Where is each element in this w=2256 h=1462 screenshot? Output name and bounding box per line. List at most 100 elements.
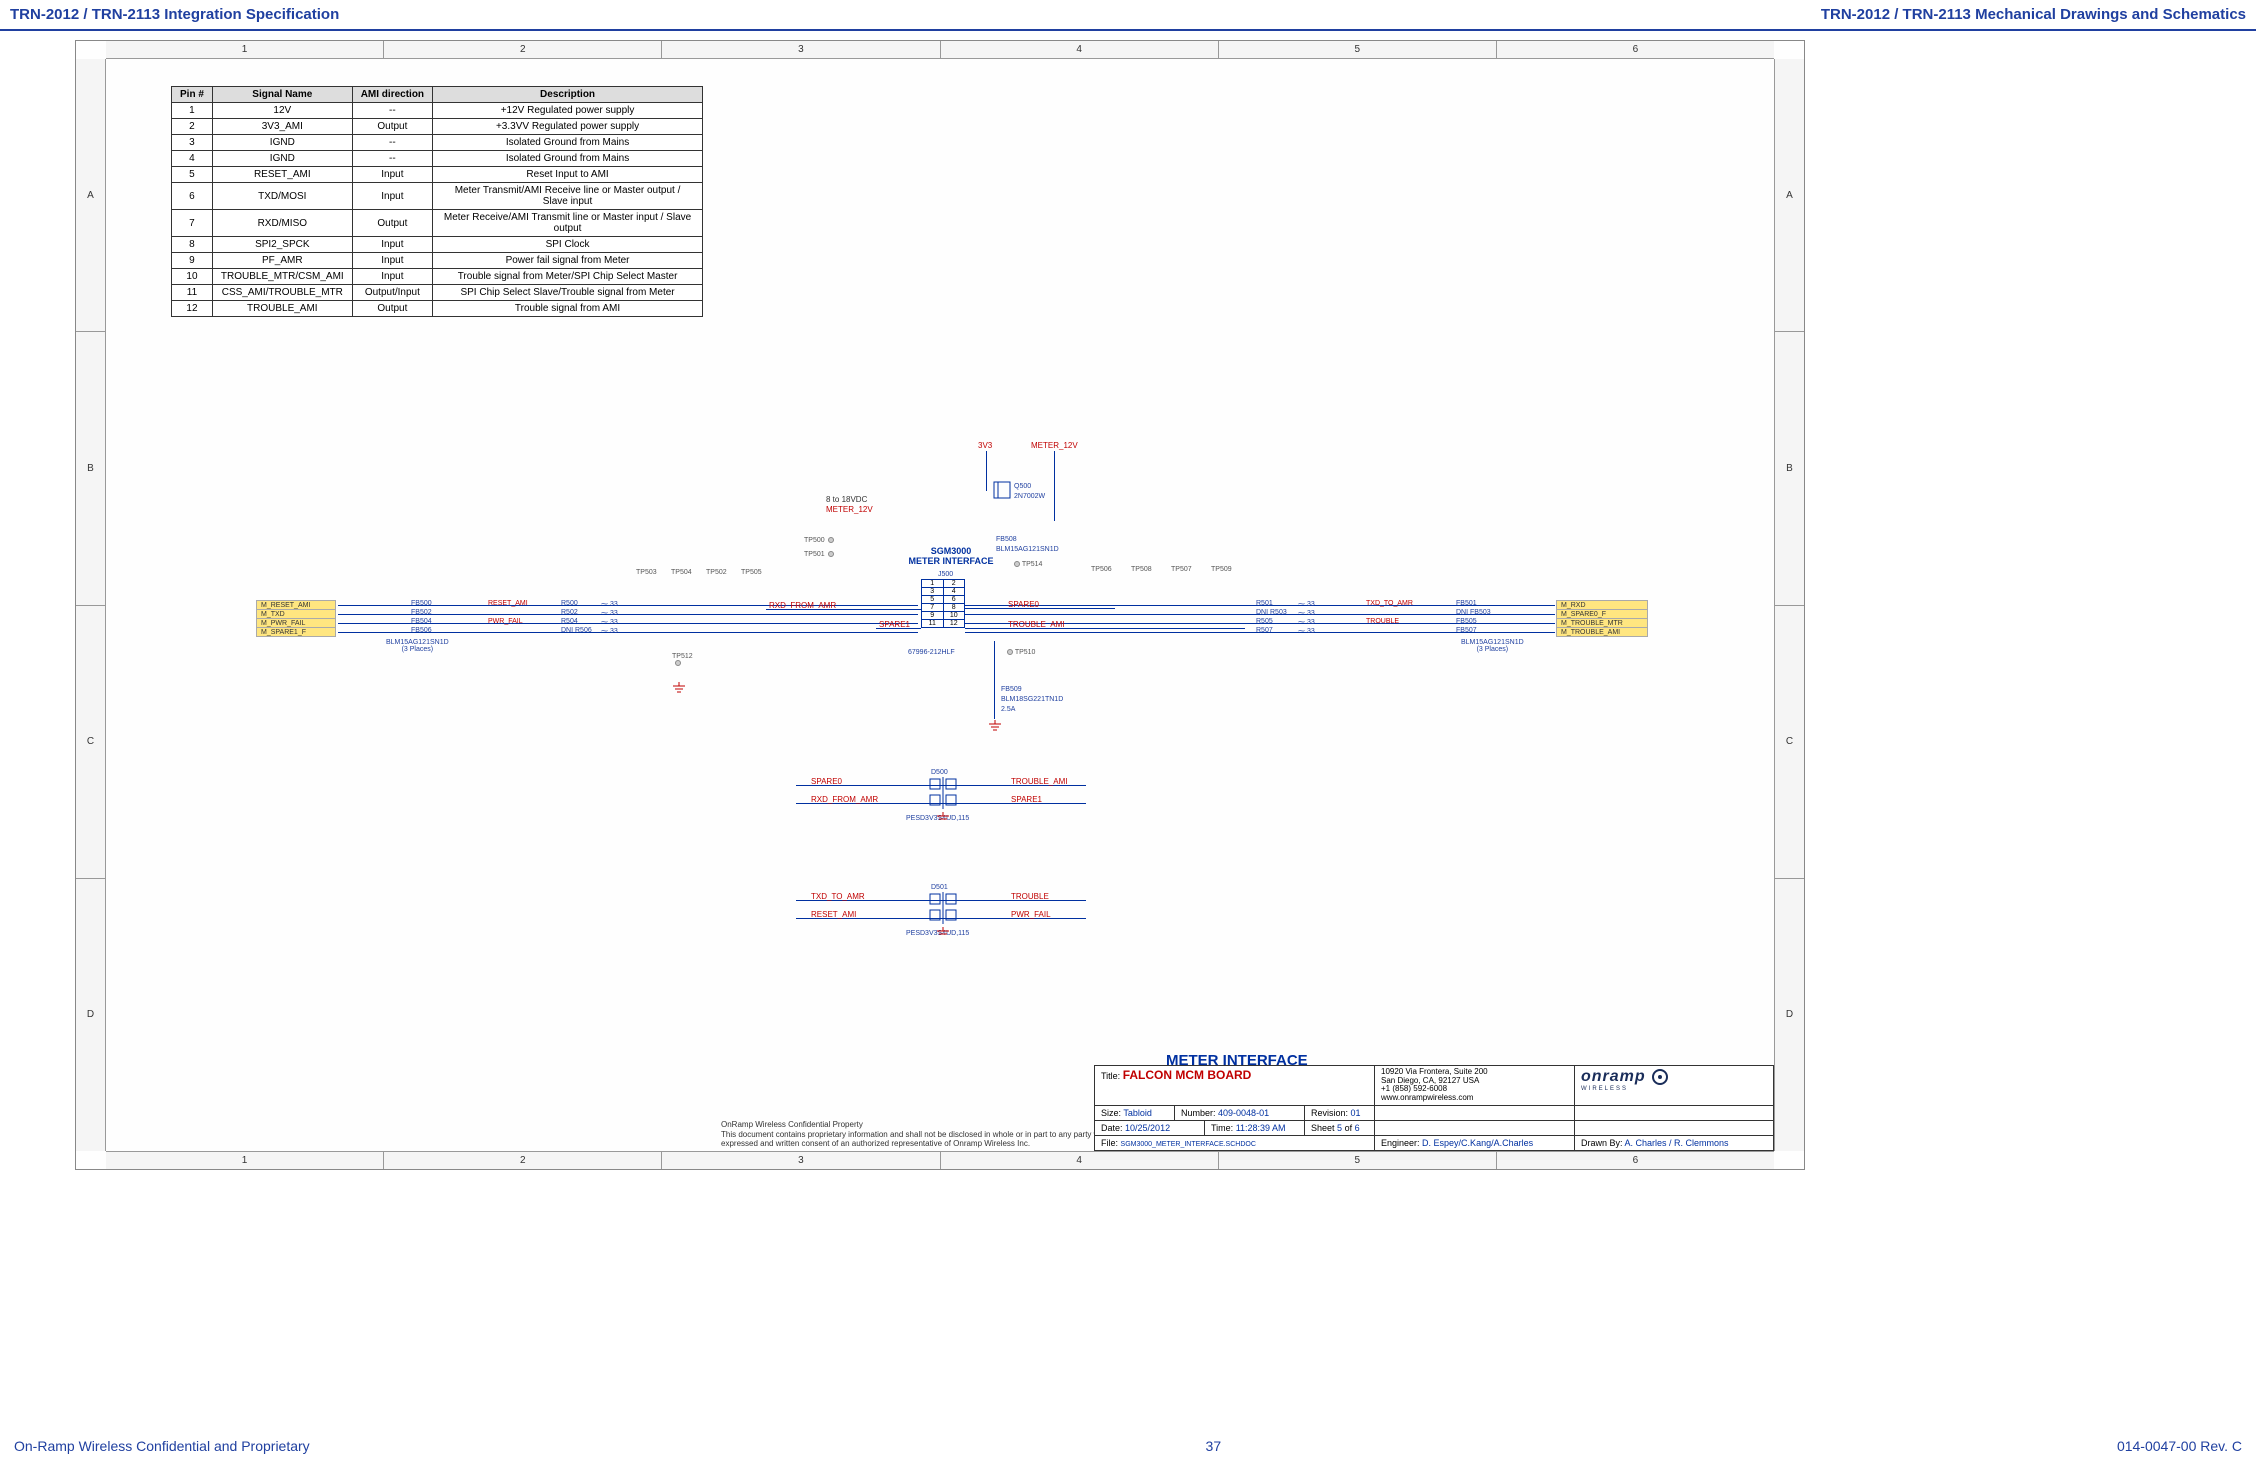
net-flag: M_SPARE1_F (256, 627, 336, 637)
table-row: 9PF_AMRInputPower fail signal from Meter (172, 253, 703, 269)
net-3v3: 3V3 (978, 441, 992, 450)
ruler-col: 2 (384, 1152, 662, 1169)
footer-confidential: On-Ramp Wireless Confidential and Propri… (14, 1438, 310, 1454)
res-ref: DNI R503 (1256, 609, 1287, 616)
conn-part: 67996-212HLF (908, 649, 955, 656)
fb509-part: BLM18SG221TN1D (1001, 696, 1063, 703)
esd-ref: D501 (931, 884, 948, 891)
net-flag: M_TROUBLE_AMI (1556, 627, 1648, 637)
table-row: 11CSS_AMI/TROUBLE_MTROutput/InputSPI Chi… (172, 285, 703, 301)
ruler-col: 6 (1497, 1152, 1774, 1169)
ruler-top: 1 2 3 4 5 6 (106, 41, 1774, 59)
net-name: TROUBLE (1366, 618, 1399, 625)
ruler-row: D (1775, 879, 1804, 1151)
esd-net: RESET_AMI (811, 910, 856, 919)
tp509: TP509 (1211, 566, 1232, 573)
res-val: ⁓ 33 (1298, 609, 1315, 617)
esd-net: TROUBLE_AMI (1011, 777, 1067, 786)
th-pin: Pin # (172, 87, 213, 103)
ruler-col: 5 (1219, 1152, 1497, 1169)
ruler-bottom: 1 2 3 4 5 6 (106, 1151, 1774, 1169)
res-val: ⁓ 33 (1298, 600, 1315, 608)
net-name: PWR_FAIL (488, 618, 523, 625)
table-row: 3IGND--Isolated Ground from Mains (172, 135, 703, 151)
esd-net: TROUBLE (1011, 892, 1049, 901)
connector-j500: 12 34 56 78 910 1112 (921, 579, 965, 628)
table-row: 4IGND--Isolated Ground from Mains (172, 151, 703, 167)
res-ref: R507 (1256, 627, 1273, 634)
fb-ref: DNI FB503 (1456, 609, 1491, 616)
res-val: ⁓ 33 (601, 600, 618, 608)
page-footer: On-Ramp Wireless Confidential and Propri… (0, 1438, 2256, 1454)
res-val: ⁓ 33 (601, 618, 618, 626)
table-row: 12TROUBLE_AMIOutputTrouble signal from A… (172, 301, 703, 317)
fb-ref: FB501 (1456, 600, 1477, 607)
table-row: 23V3_AMIOutput+3.3VV Regulated power sup… (172, 119, 703, 135)
fb-ref: FB505 (1456, 618, 1477, 625)
res-ref: R504 (561, 618, 578, 625)
res-ref: R501 (1256, 600, 1273, 607)
esd-net: PWR_FAIL (1011, 910, 1051, 919)
net-meter12v: METER_12V (1031, 441, 1078, 450)
table-row: 8SPI2_SPCKInputSPI Clock (172, 237, 703, 253)
res-ref: R500 (561, 600, 578, 607)
ruler-left: A B C D (76, 59, 106, 1151)
esd-diode-icon (926, 777, 960, 811)
gnd-icon (672, 681, 686, 693)
table-row: 7RXD/MISOOutputMeter Receive/AMI Transmi… (172, 210, 703, 237)
fb508-part: BLM15AG121SN1D (996, 546, 1059, 553)
th-desc: Description (433, 87, 703, 103)
table-row: 112V--+12V Regulated power supply (172, 103, 703, 119)
res-ref: R502 (561, 609, 578, 616)
tp504: TP504 (671, 569, 692, 576)
ruler-col: 1 (106, 41, 384, 58)
esd-net: TXD_TO_AMR (811, 892, 865, 901)
res-val: ⁓ 33 (1298, 627, 1315, 635)
ruler-col: 4 (941, 41, 1219, 58)
th-signal: Signal Name (212, 87, 352, 103)
net-name: TXD_TO_AMR (1366, 600, 1413, 607)
esd-net: SPARE0 (811, 777, 842, 786)
ruler-col: 4 (941, 1152, 1219, 1169)
ruler-col: 5 (1219, 41, 1497, 58)
res-val: ⁓ 33 (601, 609, 618, 617)
tp514: TP514 (1011, 561, 1042, 568)
fb-ref: FB507 (1456, 627, 1477, 634)
net-name: RESET_AMI (488, 600, 528, 607)
th-dir: AMI direction (352, 87, 432, 103)
schematic-sheet: 1 2 3 4 5 6 1 2 3 4 5 6 A B C D A B C D … (75, 40, 1805, 1170)
tp503: TP503 (636, 569, 657, 576)
header-title-right: TRN-2012 / TRN-2113 Mechanical Drawings … (1821, 6, 2246, 23)
q500-ref: Q500 (1014, 483, 1031, 490)
power-in-net: METER_12V (826, 505, 873, 514)
esd-net: RXD_FROM_AMR (811, 795, 878, 804)
ruler-row: B (1775, 332, 1804, 605)
tp502: TP502 (706, 569, 727, 576)
page-header: TRN-2012 / TRN-2113 Integration Specific… (0, 0, 2256, 31)
fb509-rating: 2.5A (1001, 706, 1015, 713)
schematic-title: SGM3000METER INTERFACE (906, 546, 996, 566)
gnd-icon (936, 926, 950, 938)
table-row: 6TXD/MOSIInputMeter Transmit/AMI Receive… (172, 183, 703, 210)
conn-ref: J500 (938, 571, 953, 578)
tp506: TP506 (1091, 566, 1112, 573)
power-in-label: 8 to 18VDC (826, 495, 867, 504)
ruler-col: 2 (384, 41, 662, 58)
ruler-row: C (1775, 606, 1804, 879)
left-bead-note: BLM15AG121SN1D (3 Places) (386, 639, 449, 653)
fb509-ref: FB509 (1001, 686, 1022, 693)
ruler-col: 3 (662, 41, 940, 58)
ruler-row: A (76, 59, 105, 332)
ruler-row: A (1775, 59, 1804, 332)
ruler-row: C (76, 606, 105, 879)
tp508: TP508 (1131, 566, 1152, 573)
pin-assignment-table: Pin # Signal Name AMI direction Descript… (171, 86, 703, 317)
title-block: Title: FALCON MCM BOARD 10920 Via Fronte… (1094, 1065, 1774, 1151)
res-ref: R505 (1256, 618, 1273, 625)
tp507: TP507 (1171, 566, 1192, 573)
ruler-col: 6 (1497, 41, 1774, 58)
tp510: TP510 (1004, 649, 1035, 656)
gnd-icon (936, 811, 950, 823)
ruler-row: B (76, 332, 105, 605)
footer-page-number: 37 (1206, 1438, 1222, 1454)
